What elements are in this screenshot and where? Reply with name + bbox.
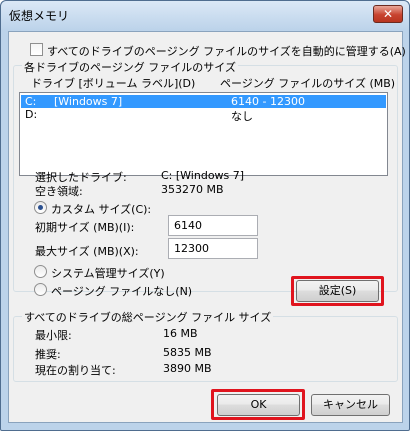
system-managed-radio[interactable] bbox=[34, 265, 47, 278]
set-button[interactable]: 設定(S) bbox=[296, 280, 379, 302]
row-drive: D: bbox=[25, 108, 38, 121]
minimum-value: 16 MB bbox=[163, 327, 198, 340]
minimum-label: 最小限: bbox=[35, 329, 72, 342]
radio-selected-dot bbox=[38, 205, 43, 210]
auto-manage-label[interactable]: すべてのドライブのページング ファイルのサイズを自動的に管理する(A) bbox=[47, 43, 406, 59]
system-managed-label[interactable]: システム管理サイズ(Y) bbox=[51, 265, 165, 281]
window-title: 仮想メモリ bbox=[9, 9, 70, 23]
no-paging-label[interactable]: ページング ファイルなし(N) bbox=[51, 283, 192, 299]
max-size-label: 最大サイズ (MB)(X): bbox=[35, 245, 139, 258]
ok-button[interactable]: OK bbox=[217, 394, 300, 416]
title-bar[interactable]: 仮想メモリ ✕ bbox=[1, 1, 409, 30]
dialog-body: すべてのドライブのページング ファイルのサイズを自動的に管理する(A) 各ドライ… bbox=[8, 31, 406, 423]
total-size-group-title: すべてのドライブの総ページング ファイル サイズ bbox=[22, 309, 274, 325]
row-size: なし bbox=[231, 110, 253, 123]
column-header-size: ページング ファイルのサイズ (MB) bbox=[220, 77, 396, 90]
drives-group-title: 各ドライブのページング ファイルのサイズ bbox=[22, 59, 238, 75]
row-drive: C: bbox=[25, 95, 37, 108]
row-volume-label: [Windows 7] bbox=[54, 95, 123, 108]
max-size-input[interactable]: 12300 bbox=[168, 238, 258, 259]
custom-size-radio[interactable] bbox=[34, 201, 47, 214]
row-size: 6140 - 12300 bbox=[231, 95, 305, 108]
initial-size-label: 初期サイズ (MB)(I): bbox=[35, 221, 135, 234]
selected-drive-value: C: [Windows 7] bbox=[161, 169, 245, 182]
list-row-c[interactable]: C: [Windows 7] 6140 - 12300 bbox=[21, 95, 386, 108]
custom-size-label[interactable]: カスタム サイズ(C): bbox=[51, 201, 151, 217]
initial-size-input[interactable]: 6140 bbox=[168, 215, 258, 236]
free-space-label: 空き領域: bbox=[35, 185, 83, 198]
list-row-d[interactable]: D: なし bbox=[21, 108, 386, 123]
free-space-value: 353270 MB bbox=[161, 183, 224, 196]
drive-list[interactable]: C: [Windows 7] 6140 - 12300 D: なし bbox=[19, 92, 388, 176]
no-paging-radio[interactable] bbox=[34, 283, 47, 296]
auto-manage-checkbox[interactable] bbox=[30, 43, 43, 56]
recommended-label: 推奨: bbox=[35, 348, 61, 361]
recommended-value: 5835 MB bbox=[163, 346, 212, 359]
close-icon: ✕ bbox=[382, 7, 394, 21]
current-allocation-value: 3890 MB bbox=[163, 362, 212, 375]
close-button[interactable]: ✕ bbox=[373, 5, 403, 23]
cancel-button[interactable]: キャンセル bbox=[311, 394, 390, 416]
column-header-drive: ドライブ [ボリューム ラベル](D) bbox=[31, 77, 196, 90]
current-allocation-label: 現在の割り当て: bbox=[35, 364, 116, 377]
virtual-memory-dialog: 仮想メモリ ✕ すべてのドライブのページング ファイルのサイズを自動的に管理する… bbox=[0, 0, 410, 431]
